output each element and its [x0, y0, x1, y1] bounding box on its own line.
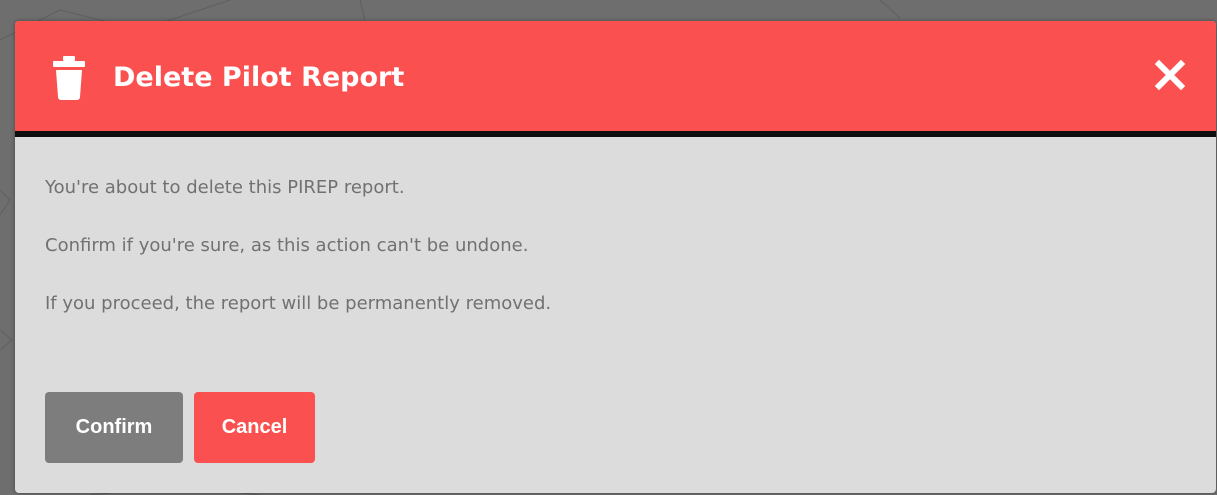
dialog-message-line: Confirm if you're sure, as this action c…: [45, 235, 529, 256]
confirm-button[interactable]: Confirm: [45, 392, 183, 463]
dialog-body: You're about to delete this PIREP report…: [45, 176, 1185, 350]
delete-dialog: Delete Pilot Report You're about to dele…: [15, 21, 1216, 493]
dialog-message-line: If you proceed, the report will be perma…: [45, 293, 552, 314]
trash-icon: [53, 56, 85, 100]
dialog-message-line: You're about to delete this PIREP report…: [45, 177, 405, 198]
close-icon[interactable]: [1154, 59, 1186, 91]
dialog-title: Delete Pilot Report: [113, 62, 405, 93]
cancel-button[interactable]: Cancel: [194, 392, 315, 463]
dialog-header: Delete Pilot Report: [15, 21, 1216, 137]
